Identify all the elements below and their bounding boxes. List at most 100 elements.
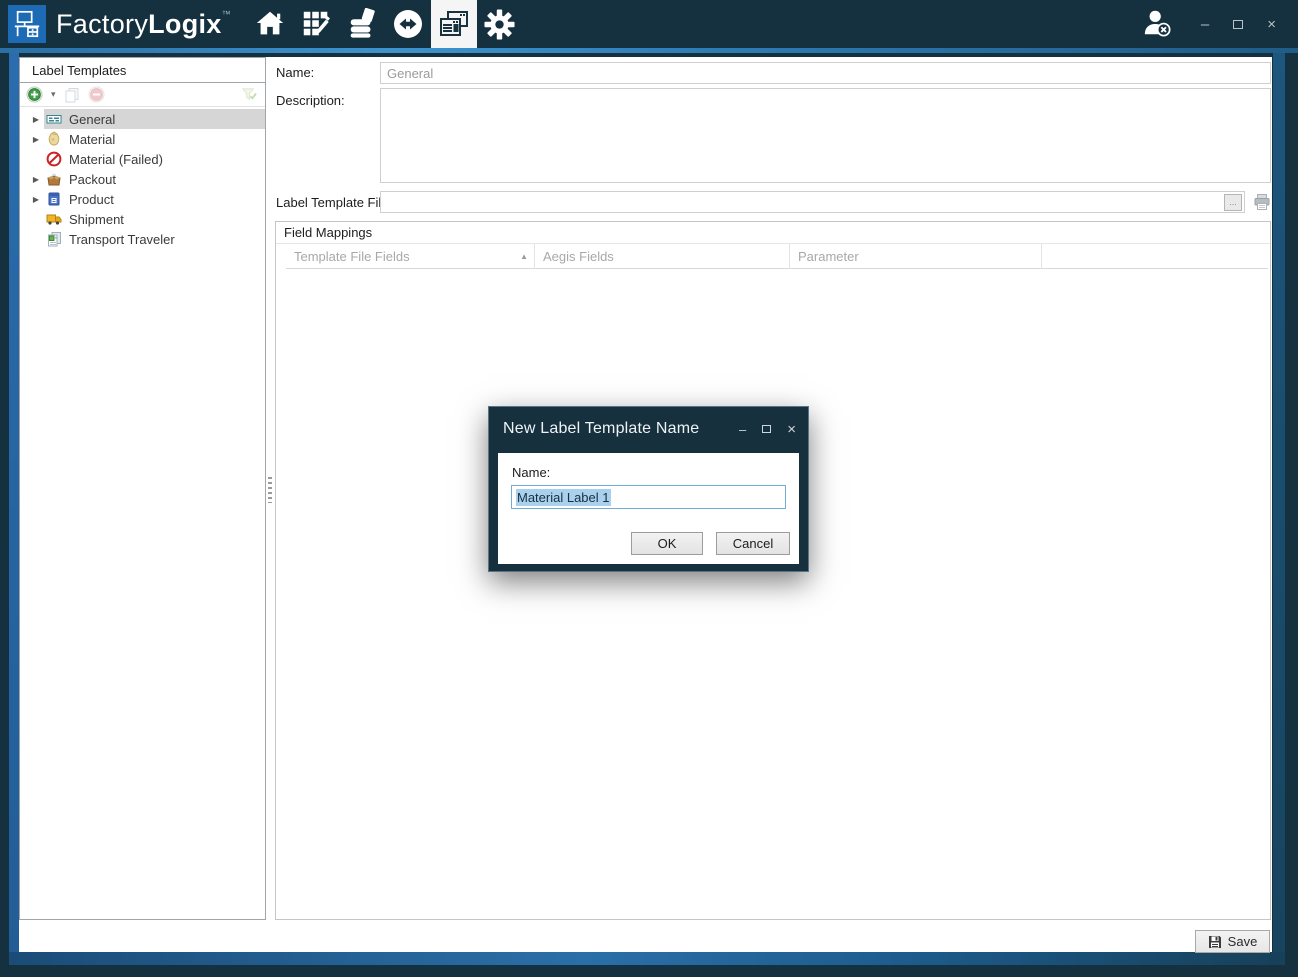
name-input[interactable] <box>380 62 1271 84</box>
tree-item-label: Material <box>69 132 115 147</box>
name-label: Name: <box>276 65 314 80</box>
frame-bottom-strip <box>9 952 1285 965</box>
tree-item-label: Shipment <box>69 212 124 227</box>
save-button[interactable]: Save <box>1195 930 1270 953</box>
tree-item-label: General <box>69 112 115 127</box>
nav-label-templates[interactable] <box>431 0 477 48</box>
close-button[interactable]: × <box>1267 17 1276 32</box>
dialog-buttons: OK Cancel <box>631 532 790 555</box>
brand-logix: Logix <box>148 9 222 39</box>
window-controls: – × <box>1201 17 1276 32</box>
user-logout-icon[interactable] <box>1141 7 1175 42</box>
tree-item-product[interactable]: ▶ Product <box>20 189 265 209</box>
remove-icon <box>88 86 105 103</box>
dialog-body: Name: Material Label 1 OK Cancel <box>498 453 799 564</box>
copy-template-button[interactable] <box>64 87 80 103</box>
print-button[interactable] <box>1253 193 1271 211</box>
column-header-template-file-fields[interactable]: Template File Fields ▲ <box>286 244 535 269</box>
tree-item-shipment[interactable]: Shipment <box>20 209 265 229</box>
description-input[interactable] <box>380 88 1271 183</box>
material-icon <box>46 131 62 147</box>
add-icon <box>26 86 43 103</box>
brand-wordmark: FactoryLogix™ <box>56 9 231 40</box>
dialog-maximize-button[interactable] <box>762 425 771 433</box>
home-icon <box>254 8 286 40</box>
ok-button[interactable]: OK <box>631 532 703 555</box>
stock-stack-icon <box>346 8 378 40</box>
browse-file-button[interactable]: ... <box>1224 194 1242 211</box>
main-nav <box>247 0 523 48</box>
column-header-aegis-fields[interactable]: Aegis Fields <box>535 244 790 269</box>
filter-icon <box>242 87 257 102</box>
expand-arrow-icon[interactable]: ▶ <box>28 195 44 204</box>
sidebar-splitter[interactable] <box>268 477 272 503</box>
material-failed-icon <box>46 151 62 167</box>
column-header-empty[interactable] <box>1042 244 1268 269</box>
add-template-button[interactable] <box>26 86 43 103</box>
tree-item-transport-traveler[interactable]: Transport Traveler <box>20 229 265 249</box>
nav-npi[interactable] <box>293 0 339 48</box>
label-template-file-input[interactable] <box>380 191 1245 213</box>
tree-item-material-failed[interactable]: Material (Failed) <box>20 149 265 169</box>
field-mappings-empty-area <box>276 269 1270 909</box>
file-label: Label Template File: <box>276 195 392 210</box>
nav-home[interactable] <box>247 0 293 48</box>
minimize-button[interactable]: – <box>1201 17 1209 32</box>
label-templates-icon <box>437 7 471 41</box>
label-templates-tree: ▶ General ▶ <box>20 107 265 249</box>
new-label-template-dialog: New Label Template Name – × Name: Materi… <box>488 406 809 572</box>
filter-templates-button[interactable] <box>242 87 257 102</box>
factorylogix-logo <box>8 5 46 43</box>
tree-item-label: Material (Failed) <box>69 152 163 167</box>
field-mappings-header-row: Template File Fields ▲ Aegis Fields Para… <box>286 244 1268 269</box>
dialog-title: New Label Template Name <box>503 420 699 438</box>
templates-toolbar: ▾ <box>20 83 265 107</box>
maximize-button[interactable] <box>1233 20 1243 29</box>
expand-arrow-icon[interactable]: ▶ <box>28 175 44 184</box>
tree-item-label: Packout <box>69 172 116 187</box>
dialog-minimize-button[interactable]: – <box>739 423 746 436</box>
tree-item-label: Product <box>69 192 114 207</box>
tree-item-packout[interactable]: ▶ Packout <box>20 169 265 189</box>
dialog-window-controls: – × <box>739 422 796 437</box>
shipment-icon <box>46 211 62 227</box>
tree-item-label: Transport Traveler <box>69 232 175 247</box>
delete-template-button[interactable] <box>88 86 105 103</box>
frame-right-strip <box>1273 53 1285 952</box>
gear-icon <box>483 8 516 41</box>
product-icon <box>46 191 62 207</box>
add-dropdown-caret[interactable]: ▾ <box>51 89 56 100</box>
label-templates-panel: Label Templates ▾ <box>19 57 266 920</box>
dialog-name-label: Name: <box>512 465 550 480</box>
dialog-title-bar[interactable]: New Label Template Name – × <box>489 407 808 451</box>
sort-ascending-icon: ▲ <box>520 244 528 269</box>
nav-production[interactable] <box>385 0 431 48</box>
accent-divider <box>0 48 1298 53</box>
workstation-icon <box>12 9 42 39</box>
grid-pencil-icon <box>300 8 332 40</box>
top-bar: FactoryLogix™ <box>0 0 1298 48</box>
description-label: Description: <box>276 93 345 108</box>
dialog-name-input[interactable]: Material Label 1 <box>511 485 786 509</box>
packout-icon <box>46 171 62 187</box>
frame-left-strip <box>9 53 19 952</box>
cancel-button[interactable]: Cancel <box>716 532 790 555</box>
field-mappings-title: Field Mappings <box>276 222 1270 244</box>
save-button-label: Save <box>1228 934 1258 949</box>
general-label-icon <box>46 111 62 127</box>
printer-icon <box>1253 193 1271 211</box>
expand-arrow-icon[interactable]: ▶ <box>28 135 44 144</box>
brand-trademark: ™ <box>222 9 231 19</box>
topbar-right: – × <box>1141 7 1298 42</box>
nav-logistics[interactable] <box>339 0 385 48</box>
expand-arrow-icon[interactable]: ▶ <box>28 115 44 124</box>
dialog-close-button[interactable]: × <box>787 422 796 437</box>
panel-title: Label Templates <box>20 58 265 83</box>
nav-settings[interactable] <box>477 0 523 48</box>
app-window: FactoryLogix™ <box>0 0 1298 977</box>
selected-text: Material Label 1 <box>516 489 611 506</box>
tree-item-material[interactable]: ▶ Material <box>20 129 265 149</box>
transfer-circle-icon <box>391 7 425 41</box>
tree-item-general[interactable]: ▶ General <box>20 109 265 129</box>
column-header-parameter[interactable]: Parameter <box>790 244 1042 269</box>
